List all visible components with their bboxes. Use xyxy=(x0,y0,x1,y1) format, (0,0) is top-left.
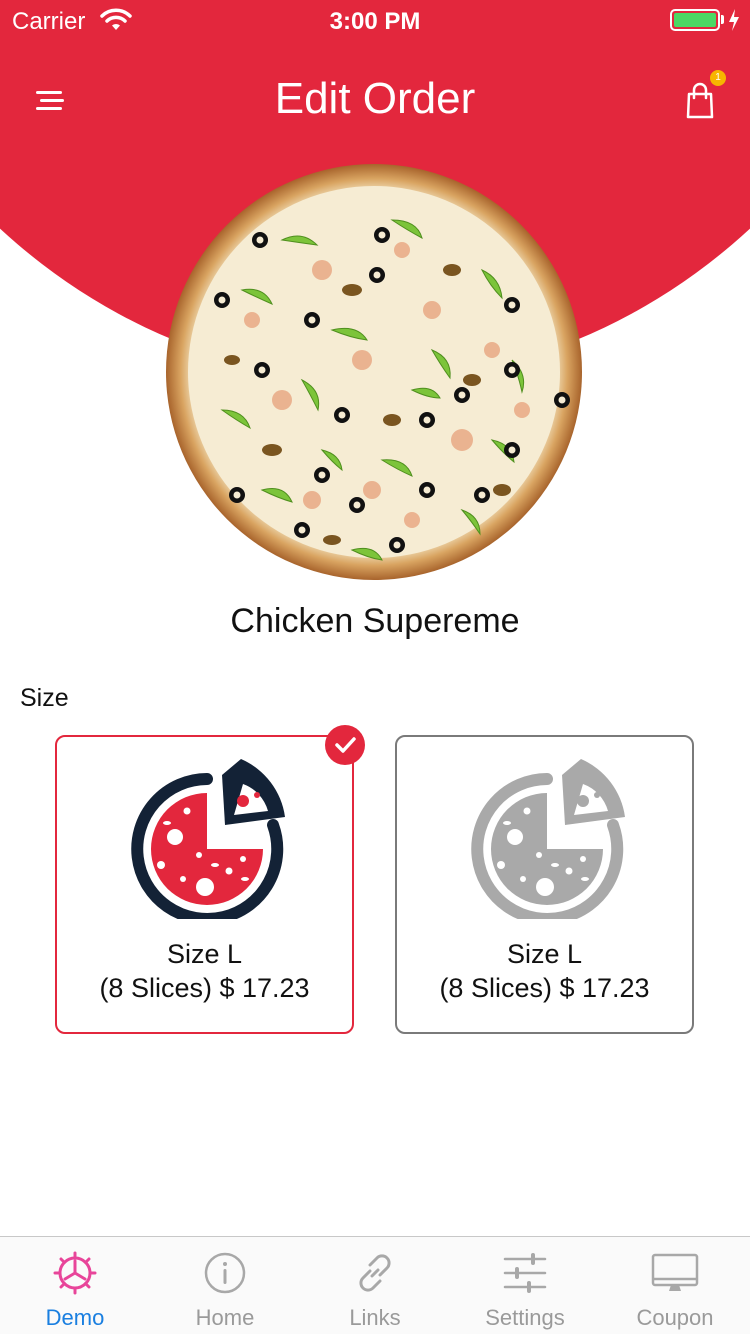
clock: 3:00 PM xyxy=(329,8,421,35)
pizza-image xyxy=(166,164,582,580)
size-option-price: (8 Slices) $ 17.23 xyxy=(439,973,650,1003)
tab-label: Home xyxy=(195,1305,255,1330)
size-option-name: Size L xyxy=(506,939,583,969)
tab-label: Links xyxy=(349,1305,401,1330)
page-title: Edit Order xyxy=(274,74,476,123)
selected-check-badge xyxy=(325,725,365,765)
nav-bar: Edit Order 1 xyxy=(0,60,750,140)
size-option-name: Size L xyxy=(166,939,243,969)
tab-home[interactable]: Home xyxy=(150,1237,300,1334)
sliders-icon xyxy=(503,1253,547,1293)
size-section-label: Size xyxy=(20,684,69,712)
size-option-2[interactable]: Size L (8 Slices) $ 17.23 xyxy=(395,735,694,1034)
checkmark-icon xyxy=(335,737,356,753)
size-option-price: (8 Slices) $ 17.23 xyxy=(99,973,310,1003)
battery-cap xyxy=(721,15,724,24)
charging-icon xyxy=(729,9,739,31)
cart-badge: 1 xyxy=(710,70,726,86)
pizza-size-icon xyxy=(471,759,625,919)
battery-icon xyxy=(670,9,720,31)
gear-icon xyxy=(53,1251,97,1295)
tab-coupon[interactable]: Coupon xyxy=(600,1237,750,1334)
tab-bar: Demo Home Links Settings Coupon xyxy=(0,1236,750,1334)
monitor-icon xyxy=(651,1253,699,1291)
tab-demo[interactable]: Demo xyxy=(0,1237,150,1334)
link-icon xyxy=(359,1254,391,1292)
tab-label: Settings xyxy=(485,1305,565,1330)
shopping-bag-icon xyxy=(686,82,714,119)
tab-label: Coupon xyxy=(636,1305,714,1330)
info-icon xyxy=(204,1252,246,1294)
tab-links[interactable]: Links xyxy=(300,1237,450,1334)
tab-label: Demo xyxy=(45,1305,105,1330)
pizza-size-icon xyxy=(131,759,285,919)
status-bar: Carrier 3:00 PM xyxy=(0,0,750,40)
tab-settings[interactable]: Settings xyxy=(450,1237,600,1334)
product-name: Chicken Supereme xyxy=(230,602,520,640)
cart-button[interactable] xyxy=(680,80,724,120)
size-option-1[interactable]: Size L (8 Slices) $ 17.23 xyxy=(55,735,354,1034)
